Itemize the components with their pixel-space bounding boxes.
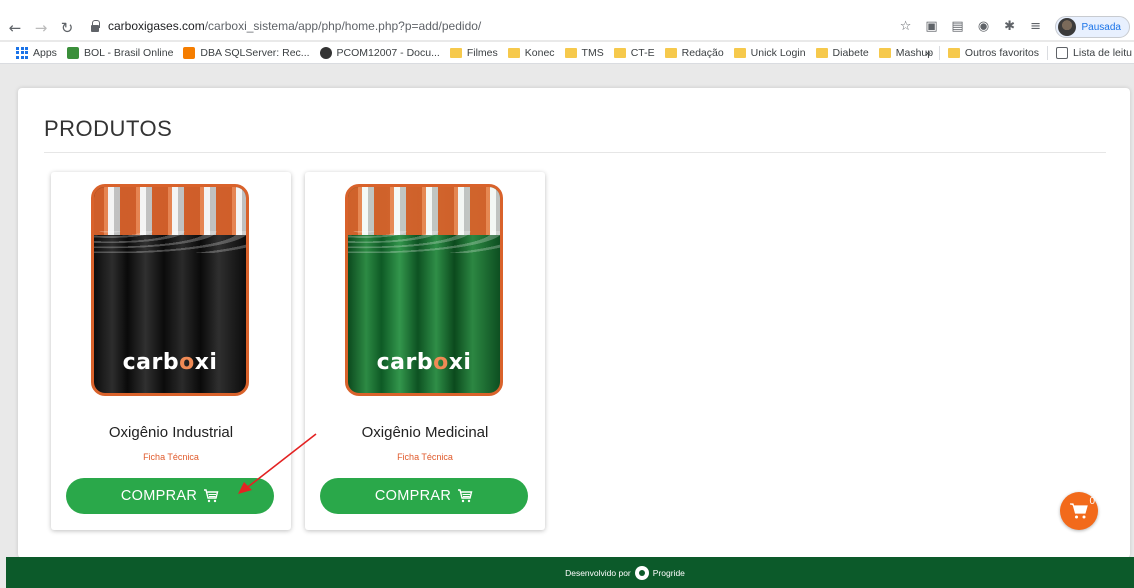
footer: Desenvolvido por Progride <box>6 557 1134 588</box>
bookmark-pcom[interactable]: PCOM12007 - Docu... <box>319 46 440 59</box>
bookmark-dba[interactable]: DBA SQLServer: Rec... <box>183 46 310 59</box>
product-image: carboxi <box>91 184 249 396</box>
bookmark-label: Diabete <box>832 46 869 59</box>
bookmark-label: Unick Login <box>750 46 806 59</box>
star-icon[interactable]: ☆ <box>899 20 913 34</box>
page-title: PRODUTOS <box>44 116 173 141</box>
folder-icon <box>507 47 520 58</box>
product-name: Oxigênio Medicinal <box>361 424 489 441</box>
folder-icon <box>564 47 577 58</box>
buy-button[interactable]: COMPRAR <box>320 478 528 514</box>
cart-count-badge: 0 <box>1089 496 1095 507</box>
bookmark-label: PCOM12007 - Docu... <box>336 46 440 59</box>
apps-grid-icon <box>16 46 28 59</box>
back-icon[interactable]: ← <box>4 17 26 39</box>
bookmark-label: CT-E <box>630 46 655 59</box>
url-host: carboxigases.com <box>108 19 205 33</box>
folder-icon <box>733 47 746 58</box>
bookmarks-bar: Apps BOL - Brasil Online DBA SQLServer: … <box>0 42 1134 64</box>
bookmark-folder[interactable]: CT-E <box>613 46 655 59</box>
avatar <box>1057 18 1076 36</box>
buy-button-label: COMPRAR <box>374 488 452 504</box>
reading-list-icon <box>1056 47 1069 59</box>
browser-toolbar: ← → ↻ carboxigases.com/carboxi_sistema/a… <box>0 0 1134 40</box>
footer-text: Desenvolvido por <box>565 567 631 578</box>
other-favorites-label: Outros favoritos <box>964 47 1040 59</box>
bookmark-label: BOL - Brasil Online <box>83 46 174 59</box>
bookmark-label: Konec <box>524 46 555 59</box>
bookmark-label: Apps <box>33 46 57 59</box>
folder-icon <box>613 47 626 58</box>
divider <box>44 152 1106 153</box>
cart-icon <box>458 489 473 503</box>
folder-icon <box>815 47 828 58</box>
reading-list[interactable]: Lista de leitu <box>1056 47 1132 59</box>
puzzle-icon[interactable]: ✱ <box>1003 20 1017 34</box>
products-panel: PRODUTOS carboxi Oxigênio Industrial Fic… <box>18 88 1130 558</box>
address-bar[interactable]: carboxigases.com/carboxi_sistema/app/php… <box>90 14 481 38</box>
reading-list-icon[interactable]: ≡ <box>1029 20 1043 34</box>
profile-button[interactable]: Pausada <box>1054 16 1130 38</box>
bookmark-folder[interactable]: Redação <box>664 46 724 59</box>
bookmark-label: TMS <box>581 46 604 59</box>
divider <box>938 46 940 60</box>
other-favorites[interactable]: Outros favoritos <box>947 47 1040 59</box>
extension-icon[interactable]: ▣ <box>925 20 939 34</box>
folder-icon <box>878 47 891 58</box>
circle-icon <box>319 46 332 59</box>
product-card: carboxi Oxigênio Medicinal Ficha Técnica… <box>305 172 545 530</box>
footer-credit: Desenvolvido por Progride <box>565 565 685 580</box>
profile-label: Pausada <box>1081 21 1121 33</box>
bookmark-apps[interactable]: Apps <box>16 46 57 59</box>
bookmark-folder[interactable]: TMS <box>564 46 604 59</box>
bookmark-label: Filmes <box>466 46 498 59</box>
bookmark-folder[interactable]: Konec <box>507 46 555 59</box>
annotation-arrow <box>238 433 317 494</box>
folder-icon <box>947 48 960 58</box>
tech-sheet-link[interactable]: Ficha Técnica <box>305 452 545 462</box>
chat-icon[interactable]: ◉ <box>977 20 991 34</box>
folder-icon <box>449 47 462 58</box>
reload-icon[interactable]: ↻ <box>56 17 78 39</box>
divider <box>1047 46 1049 60</box>
bookmark-folder[interactable]: Unick Login <box>733 46 806 59</box>
bookmark-label: Redação <box>681 46 724 59</box>
bol-icon <box>66 46 79 59</box>
cart-icon <box>204 489 219 503</box>
forward-icon[interactable]: → <box>30 17 52 39</box>
lock-icon <box>90 20 100 32</box>
folder-icon <box>664 47 677 58</box>
blogger-icon <box>183 46 196 59</box>
bookmarks-overflow-button[interactable]: » <box>925 47 931 59</box>
product-image: carboxi <box>345 184 503 396</box>
reading-list-label: Lista de leitu <box>1073 47 1132 59</box>
cart-icon <box>1070 503 1088 519</box>
carboxi-logo: carboxi <box>122 350 218 375</box>
progride-logo-icon <box>634 565 649 580</box>
extension-icon[interactable]: ▤ <box>951 20 965 34</box>
bookmark-label: DBA SQLServer: Rec... <box>200 46 310 59</box>
footer-company[interactable]: Progride <box>653 568 685 578</box>
buy-button-label: COMPRAR <box>120 488 198 504</box>
bookmark-bol[interactable]: BOL - Brasil Online <box>66 46 174 59</box>
toolbar-actions: ☆ ▣ ▤ ◉ ✱ ≡ Pausada <box>899 16 1134 38</box>
carboxi-logo: carboxi <box>376 350 472 375</box>
bookmark-folder[interactable]: Diabete <box>815 46 869 59</box>
bookmark-folder[interactable]: Filmes <box>449 46 498 59</box>
floating-cart-button[interactable]: 0 <box>1060 492 1098 530</box>
bookmarks-right: » Outros favoritos Lista de leitu <box>925 42 1134 64</box>
url-path: /carboxi_sistema/app/php/home.php?p=add/… <box>204 19 482 33</box>
